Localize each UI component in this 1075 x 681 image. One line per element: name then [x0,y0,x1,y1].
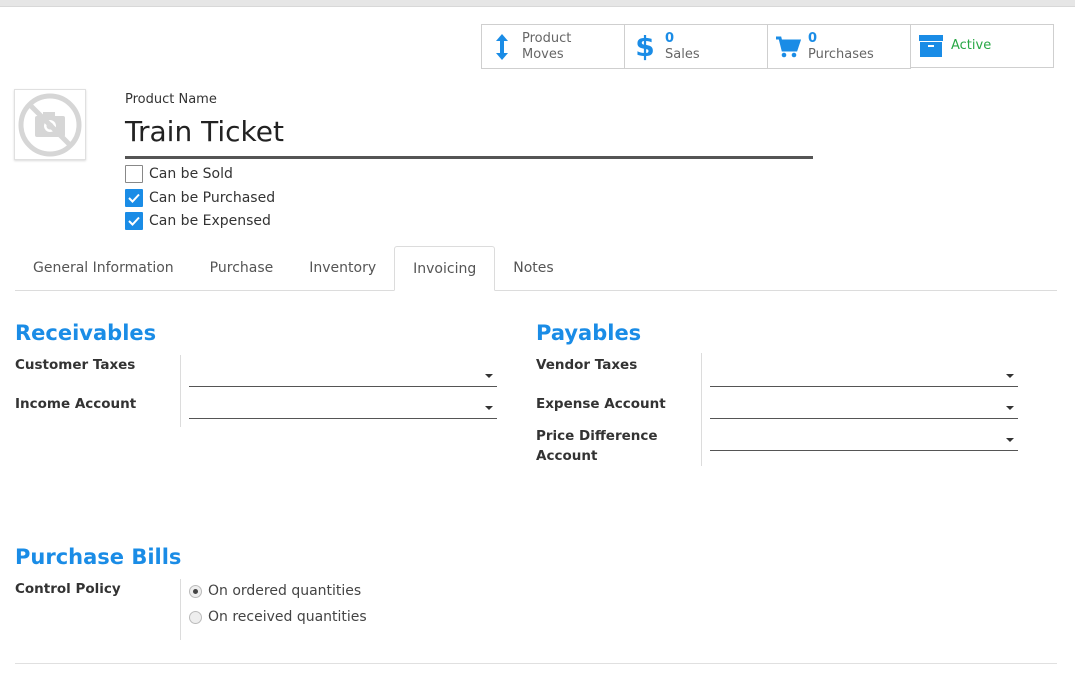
radio-received-label: On received quantities [208,609,367,625]
bottom-divider [15,663,1057,664]
product-name-label: Product Name [125,92,217,107]
sales-label: 0 Sales [665,31,700,63]
product-name-input[interactable]: Train Ticket [125,114,813,159]
price-difference-account-label: Price Difference Account [536,428,658,464]
can-be-purchased-label: Can be Purchased [149,190,276,206]
tab-invoicing[interactable]: Invoicing [394,246,496,291]
radio-ordered-label: On ordered quantities [208,583,362,599]
control-policy-label: Control Policy [15,581,121,597]
product-moves-label: Product Moves [522,31,571,63]
radio-ordered-row: On ordered quantities [189,583,361,599]
vendor-taxes-select[interactable] [710,374,1018,387]
customer-taxes-label: Customer Taxes [15,357,136,373]
purchases-label: 0 Purchases [808,31,874,63]
tab-notes[interactable]: Notes [495,246,571,290]
purchase-bills-title: Purchase Bills [15,545,182,569]
payables-title: Payables [536,321,642,345]
radio-ordered-quantities[interactable] [189,584,202,598]
tab-purchase[interactable]: Purchase [192,246,292,290]
chevron-down-icon [485,406,493,410]
archive-icon [911,35,951,57]
can-be-expensed-label: Can be Expensed [149,213,271,229]
receivables-title: Receivables [15,321,157,345]
active-toggle-button[interactable]: Active [910,24,1054,68]
price-difference-account-select[interactable] [710,438,1018,451]
can-be-sold-row: Can be Sold [125,165,233,183]
no-image-camera-icon [18,93,82,156]
expense-account-label: Expense Account [536,396,666,412]
receivables-divider [180,355,181,427]
top-toolbar-strip [0,0,1075,7]
product-moves-label-line1: Product [522,30,572,46]
income-account-label: Income Account [15,396,137,412]
can-be-sold-checkbox[interactable] [125,165,143,183]
product-image[interactable] [14,89,86,160]
radio-received-quantities[interactable] [189,610,202,624]
can-be-expensed-row: Can be Expensed [125,212,271,230]
chevron-down-icon [1006,406,1014,410]
up-down-arrow-icon [482,33,522,61]
radio-selected-dot [193,588,198,594]
tab-general-information[interactable]: General Information [15,246,192,290]
can-be-expensed-checkbox[interactable] [125,212,143,230]
can-be-purchased-checkbox[interactable] [125,189,143,207]
chevron-down-icon [1006,374,1014,378]
chevron-down-icon [1006,438,1014,442]
purchases-text: Purchases [808,46,874,62]
radio-received-row: On received quantities [189,609,367,625]
tab-inventory[interactable]: Inventory [291,246,394,290]
product-moves-button[interactable]: Product Moves [481,24,625,69]
customer-taxes-select[interactable] [189,374,497,387]
dollar-icon: $ [635,29,655,63]
notebook-tabs: General Information Purchase Inventory I… [15,246,1057,291]
can-be-sold-label: Can be Sold [149,166,233,182]
chevron-down-icon [485,374,493,378]
expense-account-select[interactable] [710,406,1018,419]
sales-text: Sales [665,46,700,62]
cart-icon [768,36,808,58]
purchases-button[interactable]: 0 Purchases [767,24,911,69]
purchase-bills-divider [180,579,181,640]
purchases-count: 0 [808,30,818,46]
active-label: Active [951,38,992,53]
product-moves-label-line2: Moves [522,46,564,62]
sales-count: 0 [665,30,675,46]
payables-divider [701,353,702,466]
smart-button-box: Product Moves $ 0 Sales 0 Purchases Acti… [481,24,1054,69]
sales-button[interactable]: $ 0 Sales [624,24,768,69]
vendor-taxes-label: Vendor Taxes [536,357,638,373]
income-account-select[interactable] [189,406,497,419]
can-be-purchased-row: Can be Purchased [125,189,275,207]
